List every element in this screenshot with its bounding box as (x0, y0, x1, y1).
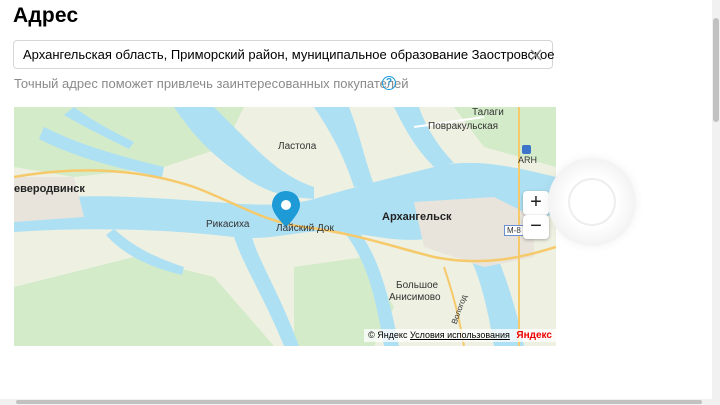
horizontal-scrollbar-thumb[interactable] (16, 400, 702, 404)
map-label-layskiy-dok: Лайский Док (276, 223, 334, 234)
close-icon[interactable] (528, 47, 544, 63)
airport-icon (522, 145, 531, 154)
terms-link[interactable]: Условия использования (410, 330, 510, 340)
vertical-scrollbar-thumb[interactable] (713, 18, 719, 122)
map-label-arkhangelsk: Архангельск (382, 211, 452, 223)
map-label-severodvinsk: еверодвинск (14, 183, 85, 195)
map-label-rikasikha: Рикасиха (206, 219, 250, 230)
vertical-scrollbar[interactable] (712, 0, 720, 405)
address-hint: Точный адрес поможет привлечь заинтересо… (14, 76, 409, 91)
horizontal-scrollbar[interactable] (0, 399, 712, 405)
page-title: Адрес (13, 4, 79, 27)
map-copyright: © Яндекс Условия использования Яндекс (364, 329, 556, 342)
help-icon[interactable]: ? (382, 76, 396, 90)
map-label-bolshoe: Большое (396, 280, 439, 291)
road-badge-m8: М-8 (504, 225, 524, 236)
map[interactable]: Талаги Повракульская Ластола еверодвинск… (14, 107, 556, 346)
address-input[interactable]: Архангельская область, Приморский район,… (13, 40, 554, 69)
map-label-anisimovo: Анисимово (389, 292, 441, 303)
yandex-logo: Яндекс (516, 330, 552, 341)
zoom-in-button[interactable]: + (523, 191, 549, 215)
map-label-lastola: Ластола (278, 141, 317, 152)
map-label-arh: ARH (518, 155, 538, 165)
zoom-out-button[interactable]: − (523, 215, 549, 239)
address-value[interactable]: Архангельская область, Приморский район,… (23, 47, 554, 62)
map-label-povrakulskaya: Повракульская (428, 121, 499, 132)
map-label-talagi: Талаги (472, 107, 504, 118)
loading-ring-icon (548, 158, 636, 246)
copyright-text: © Яндекс (368, 330, 408, 340)
